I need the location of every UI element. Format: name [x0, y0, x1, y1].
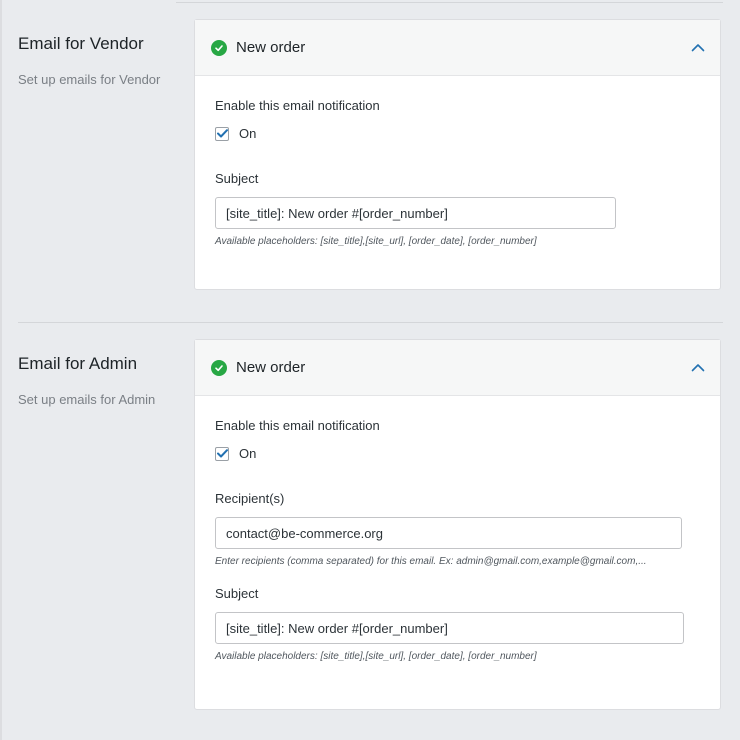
admin-section-description: Set up emails for Admin — [18, 392, 156, 407]
check-circle-icon — [211, 359, 227, 376]
admin-card-header[interactable]: New order — [195, 340, 720, 396]
admin-enable-checkbox-row: On — [215, 446, 700, 461]
top-divider — [176, 2, 723, 3]
admin-enable-checkbox[interactable] — [215, 446, 229, 461]
admin-recipients-hint: Enter recipients (comma separated) for t… — [215, 556, 647, 567]
admin-enable-label: Enable this email notification — [215, 418, 380, 433]
chevron-up-icon[interactable] — [690, 360, 706, 376]
admin-checkbox-label: On — [239, 446, 257, 461]
vendor-enable-label: Enable this email notification — [215, 98, 380, 113]
vendor-new-order-card: New order Enable this email notification… — [194, 19, 721, 290]
admin-card-body: Enable this email notification On Recipi… — [195, 396, 720, 662]
section-divider — [18, 322, 723, 323]
checkmark-icon — [216, 129, 228, 138]
vendor-subject-hint: Available placeholders: [site_title],[si… — [215, 236, 537, 247]
admin-subject-hint: Available placeholders: [site_title],[si… — [215, 651, 537, 662]
vendor-subject-label: Subject — [215, 171, 259, 186]
admin-new-order-card: New order Enable this email notification… — [194, 339, 721, 710]
vendor-checkbox-label: On — [239, 126, 257, 141]
vendor-section-description: Set up emails for Vendor — [18, 72, 161, 87]
vendor-subject-input[interactable] — [215, 197, 616, 229]
vendor-section-title: Email for Vendor — [18, 34, 144, 53]
vendor-card-title: New order — [236, 39, 306, 56]
admin-recipients-input[interactable] — [215, 517, 682, 549]
admin-subject-label: Subject — [215, 586, 259, 601]
admin-recipients-label: Recipient(s) — [215, 491, 285, 506]
vendor-enable-checkbox-row: On — [215, 126, 700, 141]
admin-subject-input[interactable] — [215, 612, 684, 644]
page-left-border — [0, 0, 2, 740]
vendor-card-header[interactable]: New order — [195, 20, 720, 76]
admin-section-title: Email for Admin — [18, 354, 138, 373]
vendor-enable-checkbox[interactable] — [215, 126, 229, 141]
vendor-card-body: Enable this email notification On Subjec… — [195, 76, 720, 247]
admin-card-title: New order — [236, 359, 306, 376]
check-circle-icon — [211, 39, 227, 56]
chevron-up-icon[interactable] — [690, 40, 706, 56]
checkmark-icon — [216, 449, 228, 458]
